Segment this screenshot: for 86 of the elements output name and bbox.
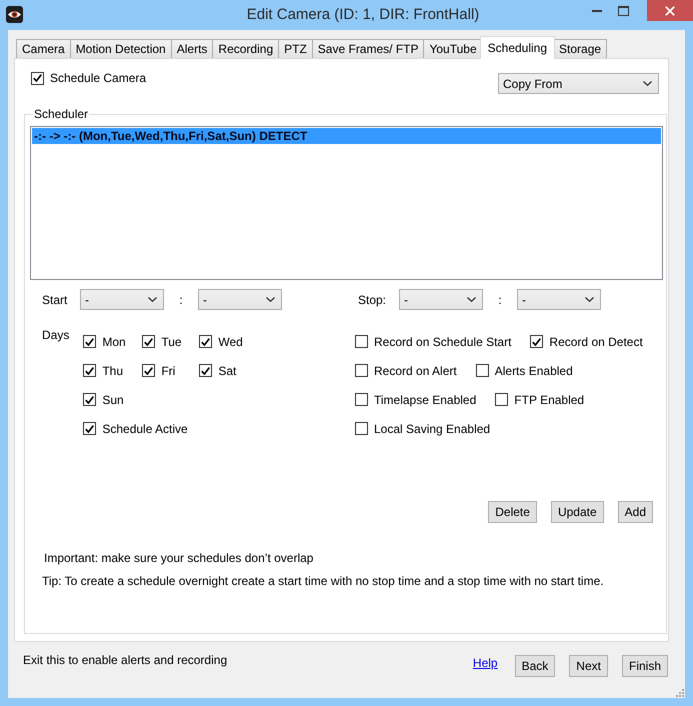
checkbox[interactable] <box>83 422 96 435</box>
time-separator: : <box>498 292 502 306</box>
chevron-down-icon <box>467 297 476 302</box>
tab[interactable]: Storage <box>553 39 608 58</box>
action-button[interactable]: Update <box>550 501 604 523</box>
checkbox-label: Tue <box>161 334 182 348</box>
minute-dropdown[interactable]: - <box>198 289 282 310</box>
stop-label: Stop: <box>358 292 388 306</box>
nav-button[interactable]: Back <box>514 655 556 677</box>
checkbox-label: Wed <box>218 334 243 348</box>
chevron-down-icon <box>643 81 652 86</box>
checkbox-label: Sun <box>102 392 124 406</box>
copy-from-dropdown[interactable]: Copy From <box>498 73 659 94</box>
checkmark-icon <box>532 338 542 346</box>
checkbox-label: Record on Alert <box>374 364 457 378</box>
checkmark-icon <box>85 424 94 432</box>
checkmark-icon <box>201 366 210 374</box>
checkbox-label: Schedule Active <box>102 422 188 436</box>
chevron-down-icon <box>585 297 594 302</box>
list-item[interactable]: -:- -> -:- (Mon,Tue,Wed,Thu,Fri,Sat,Sun) DETECT <box>32 128 661 144</box>
minimize-icon <box>592 10 602 12</box>
checkbox[interactable] <box>142 364 156 377</box>
checkbox-label: Sat <box>218 364 236 378</box>
checkbox-label: Schedule Camera <box>50 71 146 85</box>
checkmark-icon <box>85 396 94 404</box>
checkbox[interactable] <box>355 393 368 406</box>
group-title: Scheduler <box>33 107 90 121</box>
days-label: Days <box>42 328 70 342</box>
checkbox[interactable] <box>83 393 96 406</box>
hour-dropdown[interactable]: - <box>399 289 483 310</box>
action-button[interactable]: Add <box>618 501 653 523</box>
checkbox-label: Mon <box>102 334 126 348</box>
checkbox[interactable] <box>355 335 368 348</box>
checkbox[interactable] <box>142 335 156 348</box>
checkbox-label: Timelapse Enabled <box>374 392 476 406</box>
checkbox-label: Alerts Enabled <box>494 364 573 378</box>
chevron-down-icon <box>266 297 275 302</box>
resize-grip-icon <box>676 689 684 697</box>
checkmark-icon <box>144 338 154 346</box>
tab[interactable]: PTZ <box>278 39 313 58</box>
checkmark-icon <box>85 338 94 346</box>
checkbox[interactable] <box>495 393 508 406</box>
close-button[interactable] <box>647 0 693 21</box>
checkbox[interactable] <box>530 335 544 348</box>
checkmark-icon <box>144 366 154 374</box>
note-text: Tip: To create a schedule overnight create a start time with no stop time and a stop time with no start time. <box>42 574 604 588</box>
checkbox[interactable] <box>31 72 44 84</box>
checkbox-label: Fri <box>161 364 176 378</box>
help-link[interactable]: Help <box>472 656 498 670</box>
checkbox[interactable] <box>199 335 212 348</box>
note-text: Important: make sure your schedules don’t overlap <box>44 551 314 565</box>
checkmark-icon <box>201 338 210 346</box>
nav-button[interactable]: Next <box>569 655 608 677</box>
action-button[interactable]: Delete <box>488 501 537 523</box>
tab[interactable]: YouTube <box>423 39 483 58</box>
minute-dropdown[interactable]: - <box>517 289 601 310</box>
checkmark-icon <box>33 74 42 82</box>
window-title: Edit Camera (ID: 1, DIR: FrontHall) <box>246 6 480 24</box>
checkmark-icon <box>85 366 94 374</box>
tab[interactable]: Motion Detection <box>70 39 172 58</box>
checkbox[interactable] <box>83 364 96 377</box>
close-icon <box>665 6 675 16</box>
nav-button[interactable]: Finish <box>622 655 668 677</box>
checkbox-label: Record on Detect <box>549 334 643 348</box>
checkbox[interactable] <box>355 364 368 377</box>
schedule-list[interactable]: -:- -> -:- (Mon,Tue,Wed,Thu,Fri,Sat,Sun) DETECT <box>30 126 663 280</box>
tab[interactable]: Alerts <box>170 39 214 58</box>
tab[interactable]: Recording <box>212 39 280 58</box>
chevron-down-icon <box>148 297 157 302</box>
maximize-icon <box>618 6 629 16</box>
tab[interactable]: Camera <box>16 39 71 58</box>
hint-text: Exit this to enable alerts and recording <box>23 653 228 667</box>
checkbox-label: Record on Schedule Start <box>374 334 512 348</box>
checkbox[interactable] <box>83 335 96 348</box>
checkbox[interactable] <box>199 364 212 377</box>
time-separator: : <box>179 292 183 306</box>
tab[interactable]: Save Frames/ FTP <box>312 39 424 58</box>
checkbox[interactable] <box>355 422 368 435</box>
hour-dropdown[interactable]: - <box>80 289 164 310</box>
eye-icon <box>6 6 23 23</box>
checkbox[interactable] <box>476 364 489 377</box>
checkbox-label: Local Saving Enabled <box>374 422 490 436</box>
checkbox-label: FTP Enabled <box>514 392 584 406</box>
checkbox-label: Thu <box>102 364 124 378</box>
tab[interactable]: Scheduling <box>480 36 556 59</box>
start-label: Start <box>42 292 68 306</box>
